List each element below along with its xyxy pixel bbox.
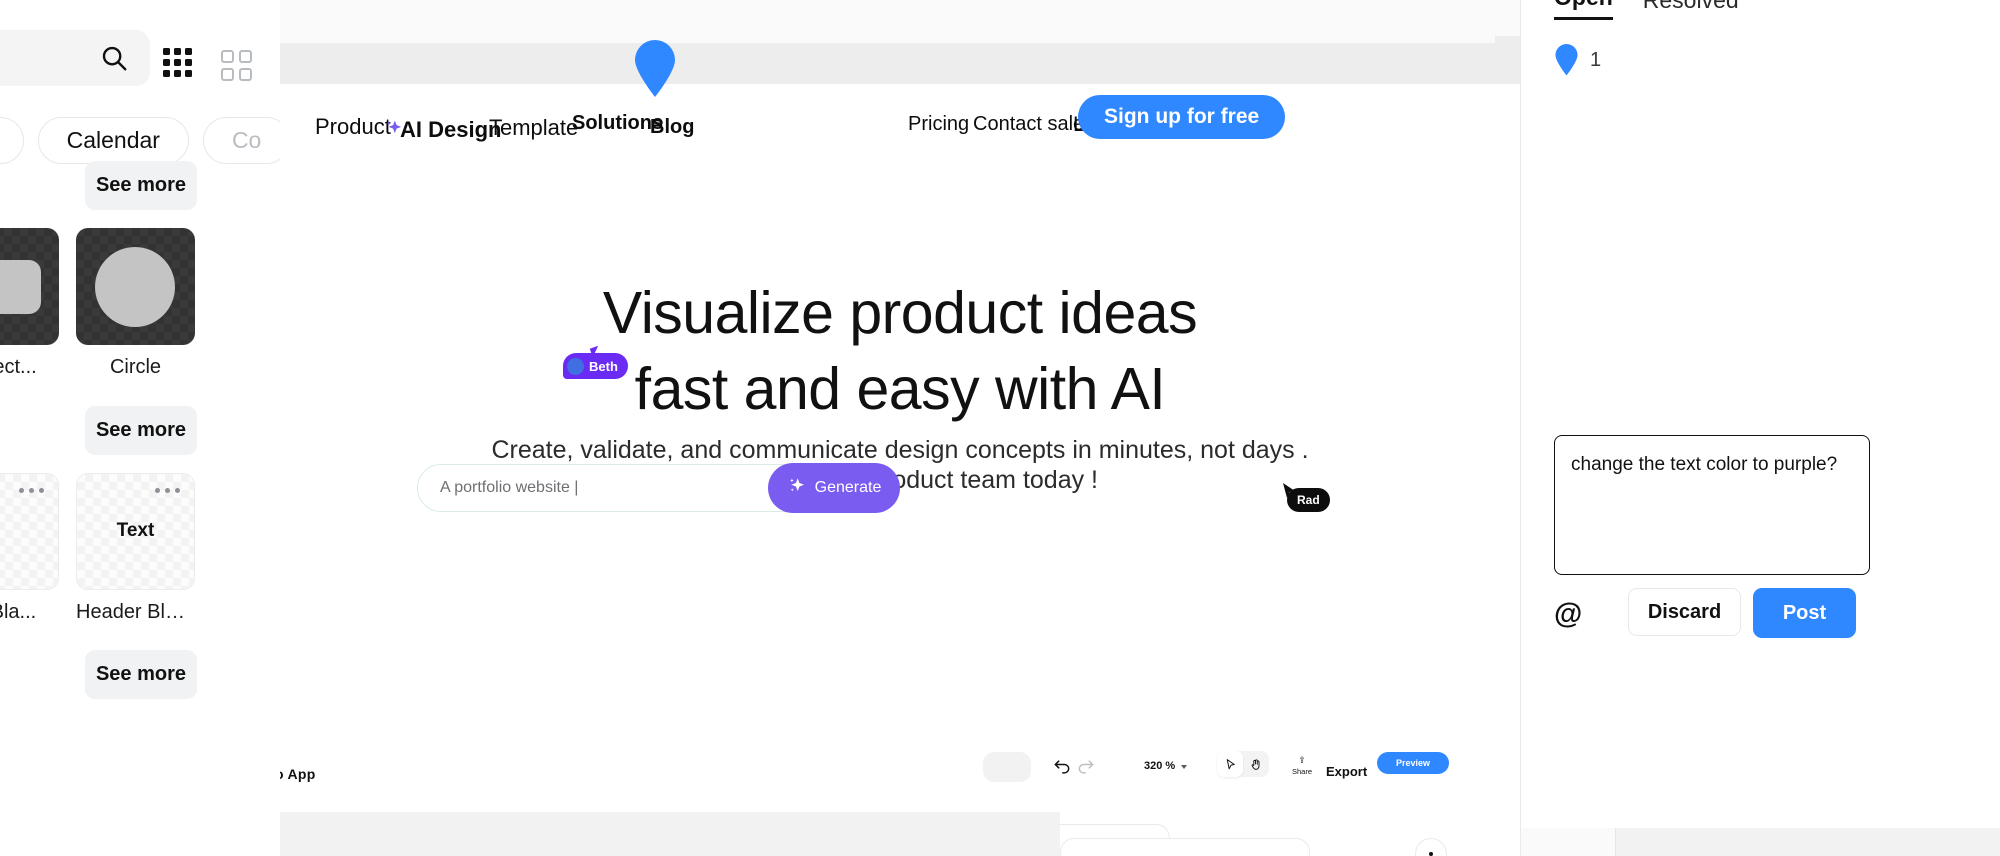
see-more-button-3[interactable]: See more — [85, 650, 197, 699]
see-more-button-1[interactable]: See more — [85, 161, 197, 210]
floating-action-button[interactable] — [1415, 838, 1447, 856]
chip-co[interactable]: Co — [202, 117, 280, 164]
floating-panel-b[interactable] — [1060, 838, 1310, 856]
at-icon[interactable]: @ — [1554, 598, 1582, 631]
canvas-bottom-shade — [280, 812, 1060, 856]
generate-bar: Generate — [417, 463, 900, 513]
app-bottom-toolbar: o App 320 % — [280, 742, 1520, 812]
collaborator-cursor-beth: Beth — [563, 353, 628, 379]
preview-button[interactable]: Preview — [1377, 752, 1449, 774]
comment-input[interactable] — [1554, 435, 1870, 575]
nav-link-blog[interactable]: Blog — [650, 116, 694, 139]
asset-item-paragraph-black[interactable]: ph Bla... — [0, 473, 59, 624]
asset-row: ph Bla... Text Header Black — [0, 473, 195, 624]
asset-row: d Rect... Circle — [0, 228, 195, 379]
share-button[interactable]: ⇪ Share — [1292, 755, 1313, 777]
asset-label: d Rect... — [0, 356, 37, 378]
category-chips: on Calendar Co — [0, 117, 280, 164]
chip-on[interactable]: on — [0, 117, 24, 164]
collaborator-cursor-rad: Rad — [1287, 488, 1330, 512]
export-button[interactable]: Export — [1326, 764, 1367, 779]
tab-resolved[interactable]: Resolved — [1643, 0, 1739, 20]
cursor-tool-icon[interactable] — [1217, 751, 1243, 777]
chip-calendar[interactable]: Calendar — [37, 117, 189, 164]
more-options-icon[interactable] — [155, 488, 180, 493]
rounded-rectangle-shape — [0, 260, 41, 314]
website-preview-frame[interactable]: Product AI Design Template Solutions Blo… — [280, 84, 1520, 742]
asset-thumbnail[interactable] — [0, 228, 59, 345]
discard-button[interactable]: Discard — [1628, 588, 1741, 636]
nav-link-product[interactable]: Product — [315, 114, 391, 140]
asset-item-circle[interactable]: Circle — [76, 228, 195, 379]
project-name-label: o App — [280, 766, 316, 782]
gutter-band — [1495, 36, 1520, 82]
more-options-icon[interactable] — [19, 488, 44, 493]
undo-arrow-icon[interactable] — [1052, 757, 1072, 777]
generate-button[interactable]: Generate — [768, 463, 900, 513]
asset-thumbnail[interactable] — [0, 473, 59, 590]
hand-tool-icon[interactable] — [1243, 751, 1269, 777]
redo-arrow-icon[interactable] — [1076, 757, 1096, 777]
comment-pin-icon[interactable] — [633, 40, 677, 98]
cursor-label: Beth — [589, 358, 618, 374]
comments-tabs: Open Resolved — [1554, 0, 1739, 20]
asset-item-rounded-rectangle[interactable]: d Rect... — [0, 228, 59, 379]
canvas-top-strip — [280, 0, 1520, 44]
share-icon: ⇪ — [1298, 755, 1306, 765]
site-navbar: Product AI Design Template Solutions Blo… — [280, 84, 1520, 170]
sparkle-icon — [787, 476, 806, 500]
design-canvas[interactable]: Product AI Design Template Solutions Blo… — [280, 0, 1520, 856]
assets-sidebar: on Calendar Co See more d Rect... Circle… — [0, 0, 280, 856]
post-button[interactable]: Post — [1753, 588, 1856, 638]
search-icon[interactable] — [96, 40, 132, 76]
hero-title-line-1: Visualize product ideas — [602, 280, 1198, 346]
nav-link-ai-design[interactable]: AI Design — [400, 117, 501, 143]
nav-link-pricing[interactable]: Pricing — [908, 113, 969, 136]
comment-thread-item[interactable]: 1 — [1554, 44, 1601, 76]
sign-up-button[interactable]: Sign up for free — [1078, 95, 1286, 139]
share-label: Share — [1292, 767, 1313, 776]
asset-thumbnail[interactable]: Text — [76, 473, 195, 590]
canvas-grey-band — [280, 44, 1520, 84]
circle-shape — [95, 247, 175, 327]
hero-title-line-2: fast and easy with AI — [634, 356, 1166, 422]
nav-link-template[interactable]: Template — [489, 115, 578, 141]
zoom-level-label[interactable]: 320 % — [1144, 760, 1175, 772]
comment-pin-icon — [1554, 44, 1579, 76]
sidebar-search-bar[interactable] — [0, 30, 150, 86]
asset-item-header-black[interactable]: Text Header Black — [76, 473, 195, 624]
grid-quad-icon[interactable] — [221, 50, 252, 81]
gutter-top — [1495, 0, 1520, 36]
canvas-tool-group — [1217, 751, 1269, 777]
avatar — [567, 357, 584, 375]
chevron-down-icon[interactable] — [1181, 765, 1187, 769]
comments-panel: Open Resolved 1 @ Discard Post — [1520, 0, 2000, 856]
hero-subtitle-line-1: Create, validate, and communicate design… — [491, 436, 1309, 464]
asset-label: Header Black — [76, 601, 195, 623]
asset-label: Circle — [109, 356, 162, 378]
asset-thumbnail[interactable] — [76, 228, 195, 345]
see-more-button-2[interactable]: See more — [85, 406, 197, 455]
comment-count: 1 — [1590, 48, 1602, 71]
app-root: on Calendar Co See more d Rect... Circle… — [0, 0, 2000, 856]
toolbar-pill-placeholder[interactable] — [983, 752, 1031, 782]
cursor-label: Rad — [1297, 493, 1320, 507]
asset-label: ph Bla... — [0, 601, 37, 623]
panel-bottom-strip-left — [1521, 828, 1616, 856]
asset-thumb-text: Text — [116, 520, 155, 541]
generate-button-label: Generate — [814, 479, 882, 496]
grid-dense-icon[interactable] — [163, 48, 192, 77]
tab-open[interactable]: Open — [1554, 0, 1613, 20]
